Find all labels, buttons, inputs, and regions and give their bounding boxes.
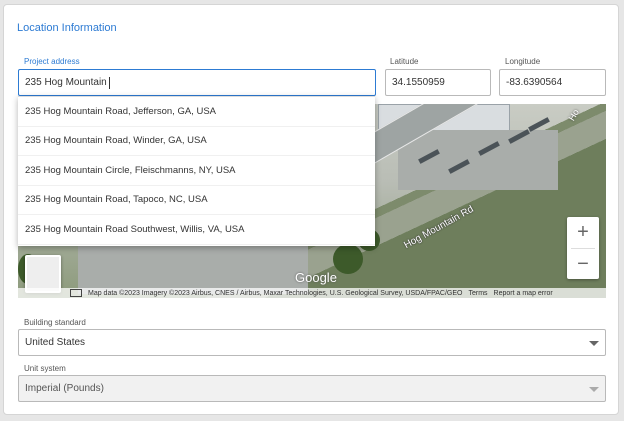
project-address-value: 235 Hog Mountain: [25, 77, 107, 88]
latitude-value: 34.1550959: [392, 77, 445, 88]
suggestion-item[interactable]: 235 Hog Mountain Road, Jefferson, GA, US…: [18, 97, 375, 127]
zoom-in-button[interactable]: +: [567, 217, 599, 248]
suggestion-item[interactable]: 235 Hog Mountain Road Southwest, Willis,…: [18, 215, 375, 245]
google-logo: Google: [295, 270, 337, 285]
project-address-input[interactable]: 235 Hog Mountain: [18, 69, 376, 96]
zoom-out-button[interactable]: −: [567, 249, 599, 280]
longitude-input[interactable]: -83.6390564: [499, 69, 606, 96]
map-attribution-bar: Map data ©2023 Imagery ©2023 Airbus, CNE…: [18, 288, 606, 298]
building-standard-value: United States: [25, 337, 86, 348]
unit-system-label: Unit system: [24, 364, 66, 373]
keyboard-icon[interactable]: [70, 289, 82, 297]
report-map-error-link[interactable]: Report a map error: [494, 290, 553, 297]
building-standard-label: Building standard: [24, 318, 86, 327]
section-title: Location Information: [17, 22, 117, 34]
map-attribution: Map data ©2023 Imagery ©2023 Airbus, CNE…: [88, 289, 463, 297]
building-standard-select[interactable]: United States: [18, 329, 606, 356]
terms-link[interactable]: Terms: [468, 290, 487, 297]
address-suggestions: 235 Hog Mountain Road, Jefferson, GA, US…: [18, 96, 375, 246]
chevron-down-icon: [589, 341, 599, 346]
zoom-control: + −: [567, 217, 599, 279]
suggestion-item[interactable]: 235 Hog Mountain Circle, Fleischmanns, N…: [18, 156, 375, 186]
project-address-label: Project address: [24, 57, 80, 66]
suggestion-item[interactable]: 235 Hog Mountain Road, Tapoco, NC, USA: [18, 186, 375, 215]
unit-system-select[interactable]: Imperial (Pounds): [18, 375, 606, 402]
unit-system-value: Imperial (Pounds): [25, 383, 104, 394]
tree: [333, 244, 363, 274]
latitude-input[interactable]: 34.1550959: [385, 69, 491, 96]
suggestion-item[interactable]: 235 Hog Mountain Road, Winder, GA, USA: [18, 127, 375, 156]
longitude-value: -83.6390564: [506, 77, 563, 88]
text-caret: [108, 76, 110, 89]
longitude-label: Longitude: [505, 57, 541, 66]
chevron-down-icon: [589, 387, 599, 392]
parking-lot: [78, 244, 308, 294]
latitude-label: Latitude: [390, 57, 419, 66]
